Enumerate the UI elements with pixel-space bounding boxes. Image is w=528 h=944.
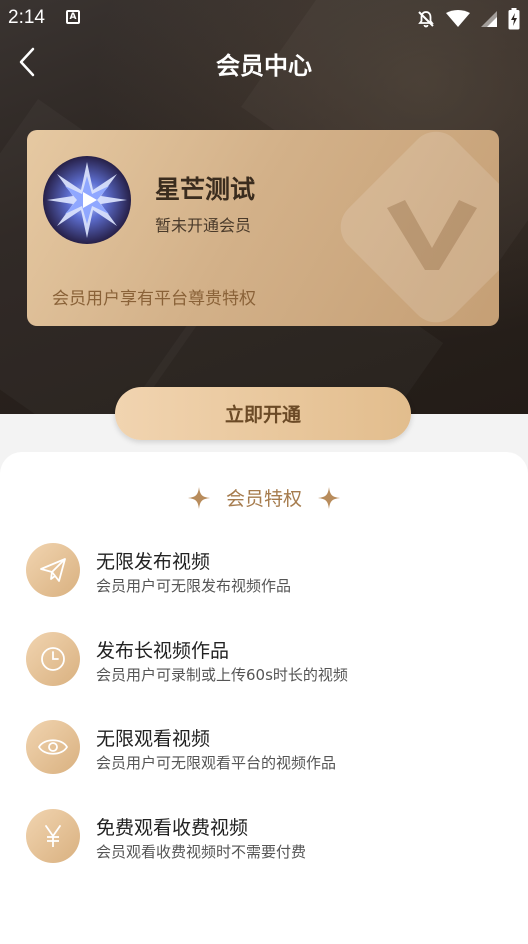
benefit-desc: 会员用户可无限发布视频作品 (96, 577, 292, 595)
member-card: 星芒测试 暂未开通会员 会员用户享有平台尊贵特权 (27, 130, 499, 326)
benefit-title: 无限发布视频 (96, 551, 211, 573)
avatar[interactable] (43, 156, 131, 244)
benefit-title: 无限观看视频 (96, 728, 211, 750)
membership-status: 暂未开通会员 (155, 216, 252, 235)
benefits-header: 会员特权 (0, 484, 528, 511)
benefit-desc: 会员观看收费视频时不需要付费 (96, 843, 307, 861)
status-bar: 2:14 A (0, 0, 528, 34)
activate-button[interactable]: 立即开通 (115, 387, 411, 440)
bell-off-icon (418, 11, 434, 28)
paper-plane-icon (26, 543, 80, 597)
benefit-item: 发布长视频作品 会员用户可录制或上传60s时长的视频 (26, 632, 506, 692)
benefit-item: 免费观看收费视频 会员观看收费视频时不需要付费 (26, 809, 506, 869)
wifi-icon (446, 10, 470, 27)
benefit-title: 发布长视频作品 (96, 640, 230, 662)
benefits-title: 会员特权 (225, 488, 302, 510)
benefit-desc: 会员用户可无限观看平台的视频作品 (96, 754, 337, 772)
status-time: 2:14 (8, 7, 45, 28)
sparkle-left-icon (187, 486, 210, 509)
benefit-desc: 会员用户可录制或上传60s时长的视频 (96, 666, 348, 684)
eye-icon (26, 720, 80, 774)
card-note: 会员用户享有平台尊贵特权 (52, 289, 256, 309)
signal-icon (481, 11, 497, 27)
notification-a-icon: A (66, 10, 80, 24)
benefit-title: 免费观看收费视频 (96, 817, 249, 839)
v-logo-icon (387, 200, 477, 270)
benefit-item: 无限发布视频 会员用户可无限发布视频作品 (26, 543, 506, 603)
battery-charging-icon (508, 8, 520, 30)
star-avatar-icon (47, 162, 127, 238)
benefits-panel: 会员特权 无限发布视频 会员用户可无限发布视频作品 发布长视频作品 会员用户可录… (0, 452, 528, 944)
user-name: 星芒测试 (155, 175, 256, 204)
sparkle-right-icon (318, 486, 340, 509)
yen-icon (26, 809, 80, 863)
page-title: 会员中心 (216, 52, 312, 80)
clock-icon (26, 632, 80, 686)
benefit-item: 无限观看视频 会员用户可无限观看平台的视频作品 (26, 720, 506, 780)
